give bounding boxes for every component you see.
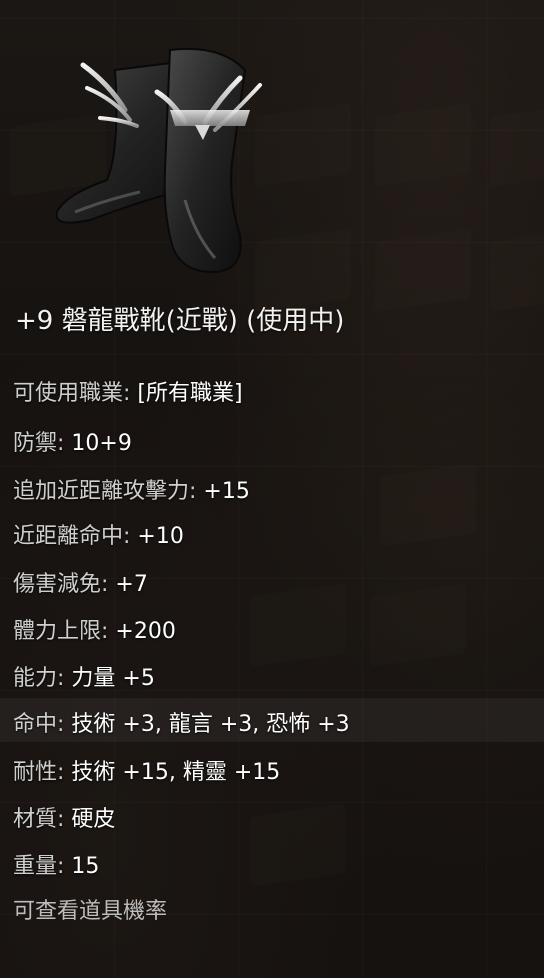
stat-hit-bonus: 命中: 技術 +3, 龍言 +3, 恐怖 +3 <box>13 706 350 738</box>
stat-value: 技術 +3, 龍言 +3, 恐怖 +3 <box>71 712 350 737</box>
stat-label: 能力: <box>13 666 65 691</box>
stat-label: 追加近距離攻擊力: <box>13 479 197 504</box>
stat-label: 重量: <box>13 854 65 879</box>
stat-weight: 重量: 15 <box>13 848 99 880</box>
stat-label: 防禦: <box>13 431 65 456</box>
stat-class: 可使用職業: [所有職業] <box>13 375 243 407</box>
game-screen: +9 磐龍戰靴(近戰) (使用中) 可使用職業: [所有職業] 防禦: 10+9… <box>0 0 544 978</box>
stat-value: [所有職業] <box>137 381 243 406</box>
stat-label: 近距離命中: <box>13 524 131 549</box>
stat-value: +7 <box>115 572 148 597</box>
item-name: +9 磐龍戰靴(近戰) (使用中) <box>15 306 345 336</box>
stat-value: +15 <box>203 479 250 504</box>
item-tooltip: +9 磐龍戰靴(近戰) (使用中) 可使用職業: [所有職業] 防禦: 10+9… <box>0 0 544 978</box>
stat-max-hp: 體力上限: +200 <box>13 613 176 645</box>
boots-icon <box>55 47 262 274</box>
stat-value: 15 <box>71 854 100 879</box>
stat-value: 硬皮 <box>71 807 116 832</box>
stat-value: +10 <box>137 524 184 549</box>
stat-label: 命中: <box>13 712 65 737</box>
stat-material: 材質: 硬皮 <box>13 801 115 833</box>
stat-label: 材質: <box>13 807 65 832</box>
stat-label: 可使用職業: <box>13 381 131 406</box>
stat-ability: 能力: 力量 +5 <box>13 660 155 692</box>
stat-defense: 防禦: 10+9 <box>13 425 132 457</box>
stat-label: 傷害減免: <box>13 572 109 597</box>
stat-label: 耐性: <box>13 760 65 785</box>
stat-value: 技術 +15, 精靈 +15 <box>71 760 281 785</box>
stat-resistance: 耐性: 技術 +15, 精靈 +15 <box>13 754 280 786</box>
stat-value: 力量 +5 <box>71 666 155 691</box>
stat-value: +200 <box>115 619 176 644</box>
stat-melee-hit: 近距離命中: +10 <box>13 518 184 550</box>
stat-damage-reduction: 傷害減免: +7 <box>13 566 148 598</box>
stat-label: 體力上限: <box>13 619 109 644</box>
item-probability-link[interactable]: 可查看道具機率 <box>13 893 167 925</box>
stat-melee-damage: 追加近距離攻擊力: +15 <box>13 473 250 505</box>
stat-value: 10+9 <box>71 431 132 456</box>
